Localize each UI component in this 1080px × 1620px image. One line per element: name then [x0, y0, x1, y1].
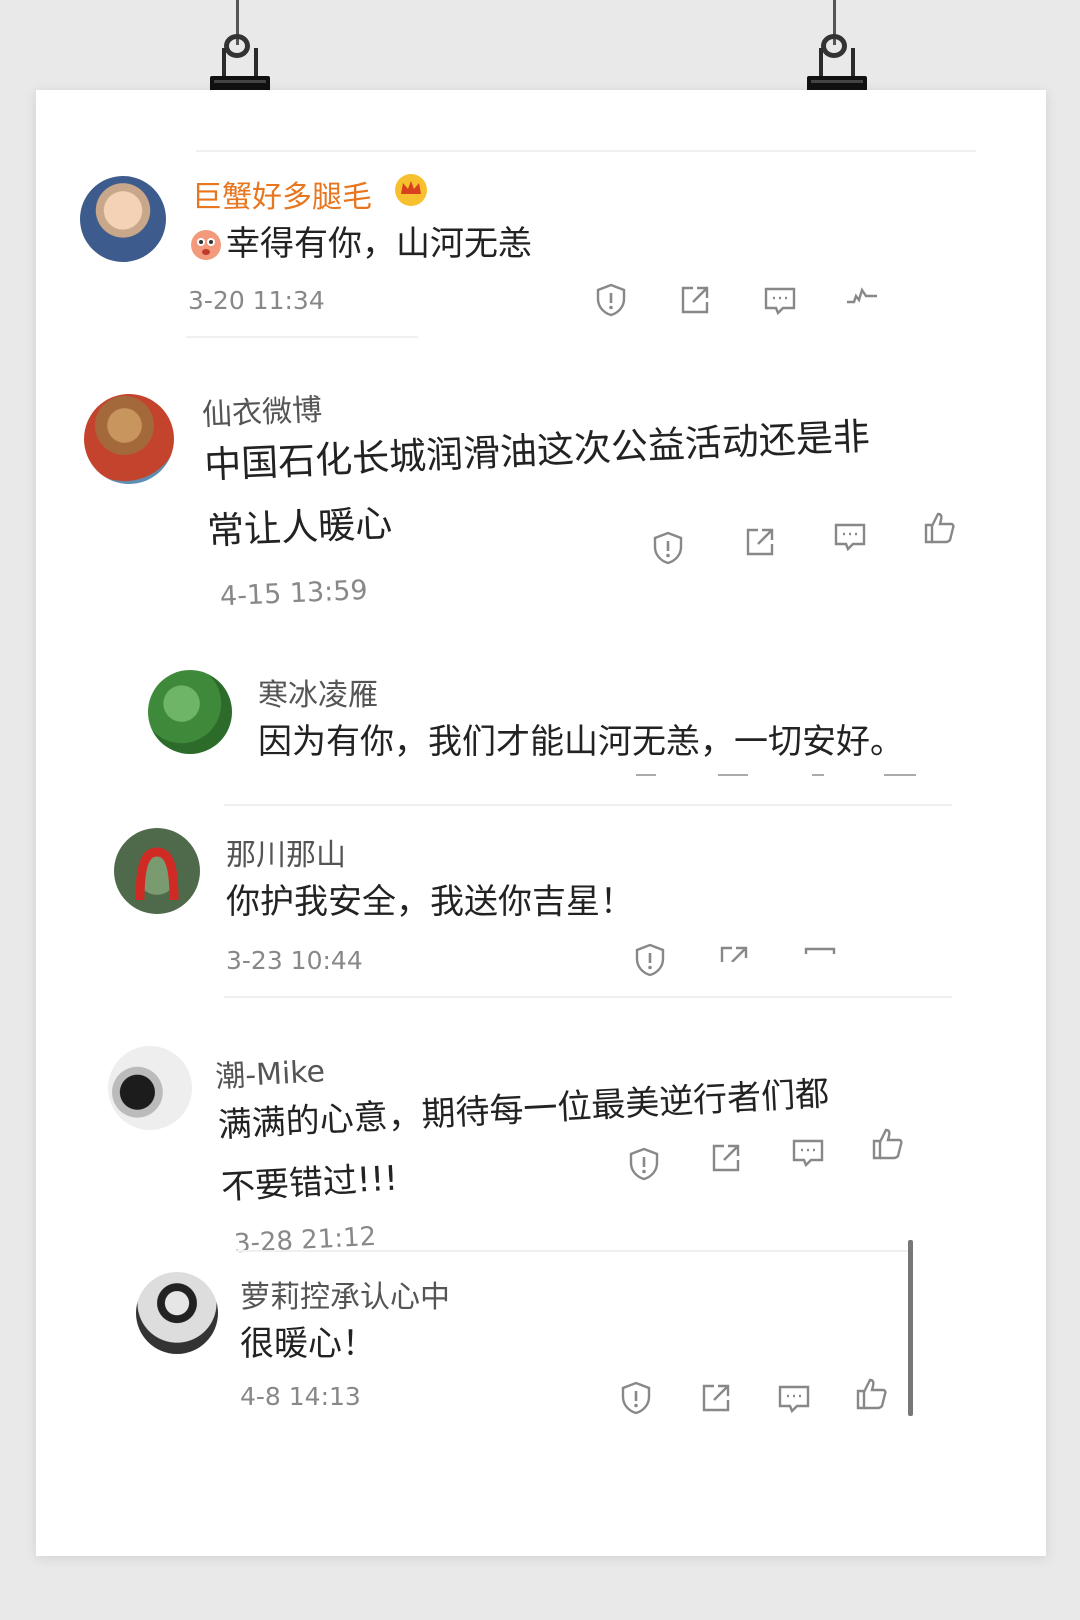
report-icon[interactable]: [593, 282, 629, 318]
crown-badge-icon: [392, 170, 430, 208]
emoji-icon: [188, 226, 224, 262]
divider: [236, 1250, 912, 1252]
like-icon[interactable]: [854, 1376, 890, 1412]
comment-icon[interactable]: [776, 1380, 812, 1416]
comment-text: 你护我安全，我送你吉星！: [226, 882, 634, 922]
comment-text: 因为有你，我们才能山河无恙，一切安好。: [258, 722, 904, 762]
avatar[interactable]: [80, 176, 166, 262]
report-icon[interactable]: [626, 1146, 662, 1182]
username[interactable]: 巨蟹好多腿毛: [192, 172, 372, 216]
timestamp: 4-15 13:59: [219, 574, 369, 613]
comment-poster: 巨蟹好多腿毛 幸得有你，山河无恙 3-20 11:34 仙衣微博 中国石化长城润…: [36, 90, 1046, 1556]
scrollbar[interactable]: [908, 1240, 913, 1416]
like-icon[interactable]: [844, 276, 880, 312]
comment-icon[interactable]: [790, 1134, 826, 1170]
avatar[interactable]: [108, 1046, 192, 1130]
comment-icon[interactable]: [832, 518, 868, 554]
like-icon[interactable]: [870, 1126, 906, 1162]
avatar[interactable]: [84, 394, 174, 484]
divider: [224, 996, 952, 998]
divider: [186, 336, 418, 338]
timestamp: 3-28 21:12: [233, 1221, 377, 1260]
share-icon[interactable]: [742, 524, 778, 560]
report-icon[interactable]: [650, 530, 686, 566]
comment-text-line-2: 不要错过!!!: [220, 1158, 399, 1208]
avatar[interactable]: [136, 1272, 218, 1354]
username[interactable]: 寒冰凌雁: [258, 670, 378, 714]
comment-text-line-2: 常让人暖心: [206, 501, 393, 553]
share-icon[interactable]: [708, 1140, 744, 1176]
username[interactable]: 仙衣微博: [201, 385, 323, 434]
share-icon[interactable]: [677, 282, 713, 318]
report-icon[interactable]: [618, 1380, 654, 1416]
divider: [224, 804, 952, 806]
report-icon[interactable]: [632, 942, 668, 978]
like-icon[interactable]: [922, 510, 958, 546]
username[interactable]: 那川那山: [226, 830, 346, 874]
cut-off-action-row: [636, 772, 926, 780]
share-icon[interactable]: [716, 942, 752, 962]
username[interactable]: 萝莉控承认心中: [240, 1272, 450, 1316]
comment-text: 很暖心！: [240, 1324, 376, 1364]
comment-block-rotated: 仙衣微博 中国石化长城润滑油这次公益活动还是非 常让人暖心 4-15 13:59: [201, 355, 1010, 613]
avatar[interactable]: [114, 828, 200, 914]
top-divider: [196, 150, 976, 152]
comment-icon[interactable]: [802, 942, 838, 954]
avatar[interactable]: [148, 670, 232, 754]
comment-text: 幸得有你，山河无恙: [226, 224, 532, 264]
share-icon[interactable]: [698, 1380, 734, 1416]
timestamp: 4-8 14:13: [240, 1382, 361, 1411]
comment-icon[interactable]: [762, 282, 798, 318]
timestamp: 3-20 11:34: [188, 286, 325, 315]
timestamp: 3-23 10:44: [226, 946, 363, 975]
